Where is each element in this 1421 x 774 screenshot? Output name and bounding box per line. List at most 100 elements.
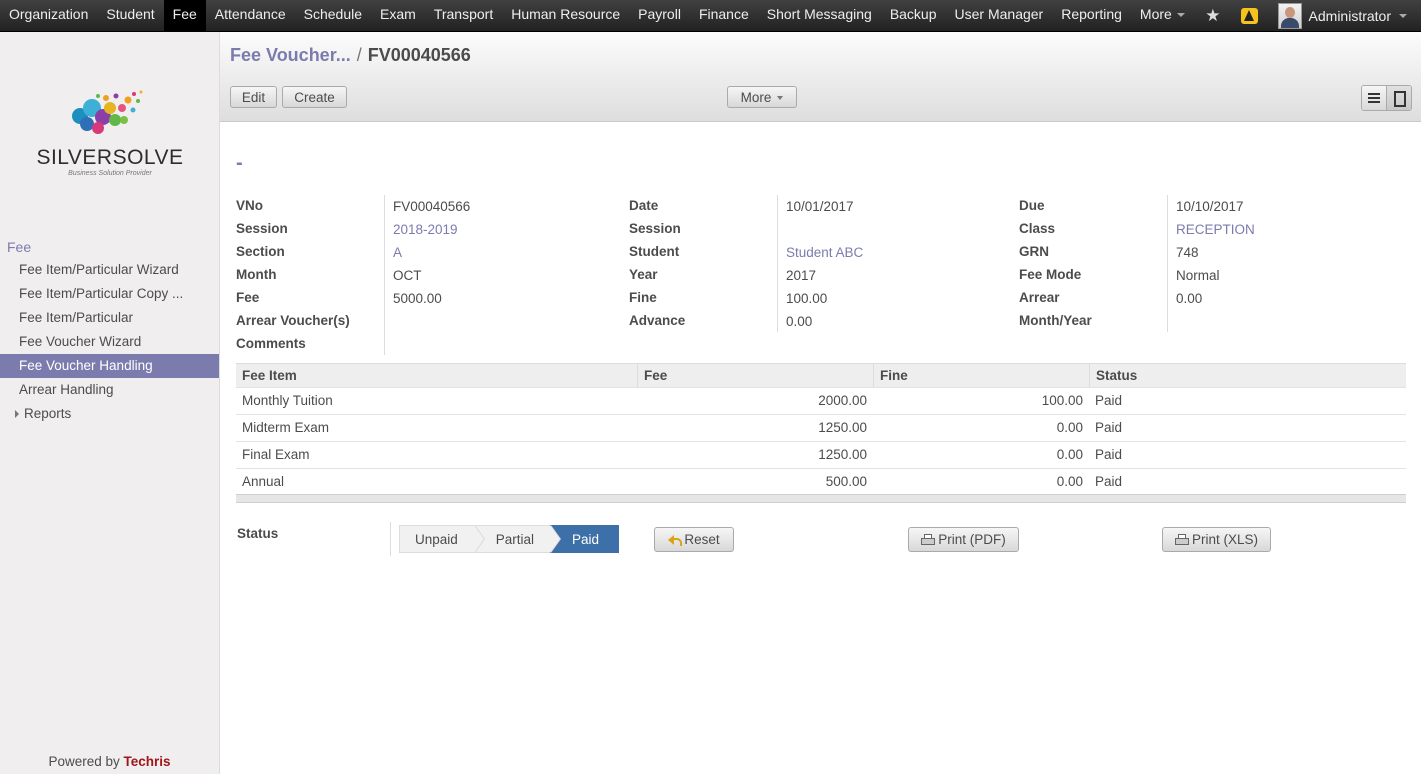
table-row[interactable]: Annual 500.00 0.00 Paid (236, 468, 1406, 496)
status-bar: Unpaid Partial Paid (399, 525, 620, 553)
sidebar-item-fee-voucher-wizard[interactable]: Fee Voucher Wizard (0, 330, 219, 354)
status-stage-unpaid[interactable]: Unpaid (399, 525, 485, 553)
column-divider (777, 195, 778, 332)
menu-fee[interactable]: Fee (163, 0, 206, 31)
menu-human-resource[interactable]: Human Resource (502, 0, 629, 31)
section-link[interactable]: A (393, 245, 402, 260)
sidebar-item-fee-voucher-handling[interactable]: Fee Voucher Handling (0, 354, 219, 378)
menu-payroll[interactable]: Payroll (629, 0, 690, 31)
menu-backup[interactable]: Backup (881, 0, 946, 31)
print-icon (921, 534, 936, 545)
list-view-icon[interactable] (1362, 86, 1386, 110)
column-header-fee[interactable]: Fee (637, 364, 873, 388)
month-year-label: Month/Year (1019, 313, 1092, 328)
menu-attendance[interactable]: Attendance (206, 0, 295, 31)
menu-organization[interactable]: Organization (0, 0, 97, 31)
table-row[interactable]: Final Exam 1250.00 0.00 Paid (236, 441, 1406, 469)
menu-short-messaging[interactable]: Short Messaging (758, 0, 881, 31)
edit-button[interactable]: Edit (230, 86, 277, 108)
date-label: Date (629, 198, 659, 213)
form-view-icon[interactable] (1386, 86, 1411, 110)
more-dropdown-button[interactable]: More (727, 86, 797, 108)
table-row[interactable]: Midterm Exam 1250.00 0.00 Paid (236, 414, 1406, 442)
menu-transport[interactable]: Transport (425, 0, 502, 31)
menu-more[interactable]: More (1131, 0, 1194, 31)
fine-value: 100.00 (786, 291, 828, 306)
alert-icon[interactable] (1240, 7, 1258, 24)
session2-label: Session (629, 221, 681, 236)
vno-value: FV00040566 (393, 199, 471, 214)
sidebar-item-fee-item-particular[interactable]: Fee Item/Particular (0, 306, 219, 330)
column-divider (390, 522, 391, 556)
column-header-fee-item[interactable]: Fee Item (236, 364, 637, 388)
cell-fee: 2000.00 (818, 393, 867, 408)
sidebar-item-arrear-handling[interactable]: Arrear Handling (0, 378, 219, 402)
advance-value: 0.00 (786, 314, 813, 329)
grn-label: GRN (1019, 244, 1049, 259)
comments-label: Comments (236, 336, 306, 351)
section-label: Section (236, 244, 285, 259)
logo-subtitle: Business Solution Provider (68, 170, 152, 177)
logo-mark-icon (72, 90, 143, 134)
menu-finance[interactable]: Finance (690, 0, 758, 31)
chevron-down-icon (777, 96, 784, 101)
cell-fee: 1250.00 (818, 447, 867, 462)
main-menu: Organization Student Fee Attendance Sche… (0, 0, 1194, 31)
column-divider (1167, 195, 1168, 332)
cell-fee: 500.00 (825, 474, 867, 489)
advance-label: Advance (629, 313, 686, 328)
chevron-down-icon[interactable] (1399, 13, 1407, 18)
powered-by-brand[interactable]: Techris (124, 754, 171, 769)
session-link[interactable]: 2018-2019 (393, 222, 458, 237)
cell-status: Paid (1095, 447, 1123, 462)
class-label: Class (1019, 221, 1056, 236)
sidebar-menu: Fee Item/Particular Wizard Fee Item/Part… (0, 258, 219, 426)
table-row[interactable]: Monthly Tuition 2000.00 100.00 Paid (236, 387, 1406, 415)
fee-value: 5000.00 (393, 291, 442, 306)
menu-user-manager[interactable]: User Manager (946, 0, 1053, 31)
chevron-right-icon (15, 410, 19, 419)
student-link[interactable]: Student ABC (786, 245, 863, 260)
cell-status: Paid (1095, 393, 1123, 408)
user-name[interactable]: Administrator (1309, 8, 1391, 24)
arrear-value: 0.00 (1176, 291, 1203, 306)
sidebar-item-fee-item-particular-wizard[interactable]: Fee Item/Particular Wizard (0, 258, 219, 282)
print-pdf-button[interactable]: Print (PDF) (908, 527, 1019, 552)
print-icon (1174, 534, 1189, 545)
view-switcher (1361, 85, 1412, 111)
cell-status: Paid (1095, 474, 1123, 489)
sidebar-item-fee-item-particular-copy[interactable]: Fee Item/Particular Copy ... (0, 282, 219, 306)
create-button[interactable]: Create (282, 86, 347, 108)
menu-exam[interactable]: Exam (371, 0, 425, 31)
column-header-fine[interactable]: Fine (873, 364, 1089, 388)
class-link[interactable]: RECEPTION (1176, 222, 1255, 237)
reset-button[interactable]: Reset (654, 527, 734, 552)
record-title: - (236, 152, 243, 174)
menu-schedule[interactable]: Schedule (295, 0, 371, 31)
menu-student[interactable]: Student (97, 0, 163, 31)
cell-fee-item: Monthly Tuition (242, 393, 333, 408)
breadcrumb-parent[interactable]: Fee Voucher... (230, 45, 351, 65)
status-stage-partial[interactable]: Partial (473, 525, 562, 553)
month-label: Month (236, 267, 277, 282)
print-pdf-label: Print (PDF) (938, 532, 1006, 547)
sidebar-item-reports[interactable]: Reports (0, 402, 219, 426)
breadcrumb-separator: / (356, 45, 362, 65)
breadcrumb-current: FV00040566 (367, 45, 471, 65)
arrear-vouchers-label: Arrear Voucher(s) (236, 313, 350, 328)
avatar[interactable] (1277, 2, 1302, 29)
due-value: 10/10/2017 (1176, 199, 1244, 214)
month-value: OCT (393, 268, 422, 283)
student-label: Student (629, 244, 680, 259)
menu-reporting[interactable]: Reporting (1052, 0, 1131, 31)
reset-button-label: Reset (684, 532, 720, 547)
top-navbar: Organization Student Fee Attendance Sche… (0, 0, 1421, 32)
grn-value: 748 (1176, 245, 1199, 260)
column-header-status[interactable]: Status (1089, 364, 1406, 388)
cell-fee-item: Annual (242, 474, 285, 489)
star-icon[interactable]: ★ (1205, 6, 1220, 26)
cell-fine: 0.00 (1056, 420, 1083, 435)
print-xls-button[interactable]: Print (XLS) (1162, 527, 1271, 552)
user-area: ★ Administrator (1205, 0, 1421, 31)
date-value: 10/01/2017 (786, 199, 854, 214)
